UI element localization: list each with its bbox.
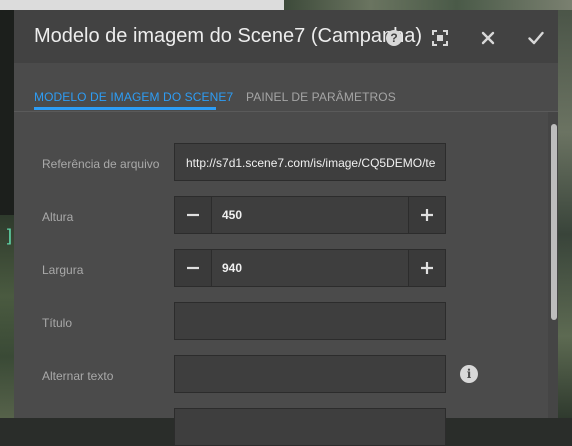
plus-icon	[421, 209, 433, 221]
fullscreen-icon	[432, 30, 448, 46]
height-decrement-button[interactable]	[175, 197, 212, 233]
fullscreen-button[interactable]	[428, 26, 452, 50]
checkmark-icon	[528, 31, 544, 45]
width-decrement-button[interactable]	[175, 250, 212, 286]
minus-icon	[187, 213, 199, 217]
file-reference-value: http://s7d1.scene7.com/is/image/CQ5DEMO/…	[186, 156, 436, 170]
alt-text-label: Alternar texto	[42, 369, 114, 383]
height-label: Altura	[42, 210, 74, 224]
info-icon[interactable]: i	[460, 365, 478, 383]
width-stepper[interactable]: 940	[174, 249, 446, 287]
next-field-partial[interactable]	[174, 408, 446, 446]
alt-text-field[interactable]	[174, 355, 446, 393]
background-page-strip	[0, 0, 284, 10]
help-icon: ?	[386, 30, 402, 46]
width-increment-button[interactable]	[408, 250, 445, 286]
file-reference-field[interactable]: http://s7d1.scene7.com/is/image/CQ5DEMO/…	[174, 143, 446, 181]
width-label: Largura	[42, 263, 84, 277]
plus-icon	[421, 262, 433, 274]
height-increment-button[interactable]	[408, 197, 445, 233]
title-label: Título	[42, 316, 73, 330]
dialog-title: Modelo de imagem do Scene7 (Campanha)	[34, 25, 422, 47]
height-value[interactable]: 450	[222, 208, 242, 222]
dialog-header: Modelo de imagem do Scene7 (Campanha) ?	[14, 10, 558, 63]
scrollbar-thumb[interactable]	[551, 124, 557, 320]
background-image	[284, 0, 572, 10]
tab-parameters-panel[interactable]: PAINEL DE PARÂMETROS	[246, 90, 396, 104]
title-field[interactable]	[174, 302, 446, 340]
minus-icon	[187, 266, 199, 270]
help-button[interactable]: ?	[382, 26, 406, 50]
close-icon	[481, 31, 495, 45]
active-tab-indicator	[34, 107, 216, 110]
tab-bar: MODELO DE IMAGEM DO SCENE7 PAINEL DE PAR…	[14, 63, 558, 112]
height-stepper[interactable]: 450	[174, 196, 446, 234]
image-template-dialog: Modelo de imagem do Scene7 (Campanha) ? …	[14, 10, 558, 446]
done-button[interactable]	[524, 26, 548, 50]
width-value[interactable]: 940	[222, 261, 242, 275]
file-reference-label: Referência de arquivo	[42, 157, 160, 171]
background-image-right	[558, 10, 572, 418]
tab-scene7-image-template[interactable]: MODELO DE IMAGEM DO SCENE7	[34, 90, 233, 104]
form-panel: Referência de arquivo http://s7d1.scene7…	[14, 112, 558, 446]
close-button[interactable]	[476, 26, 500, 50]
